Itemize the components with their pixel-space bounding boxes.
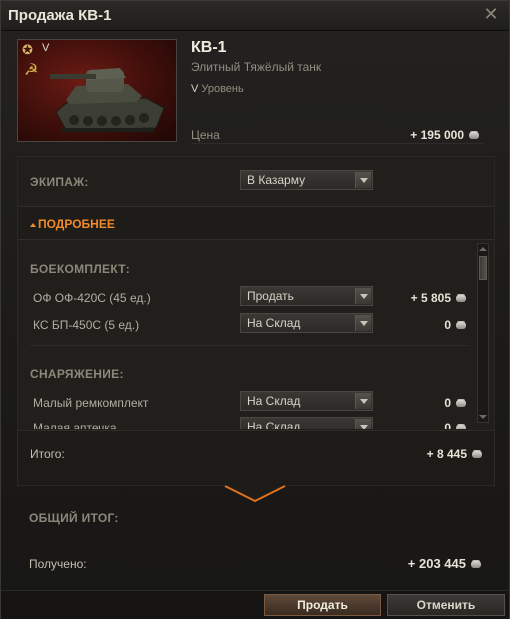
ammo-item-value: + 5 805 [411, 291, 466, 305]
tank-tier-label: Уровень [201, 83, 244, 95]
ammo-item-label: КС БП-450С (5 ед.) [33, 318, 140, 332]
silver-coin-icon [472, 451, 482, 459]
orange-notch-icon [223, 485, 287, 503]
subtotal-label: Итого: [30, 447, 65, 461]
ammo-heading: БОЕКОМПЛЕКТ: [30, 262, 131, 276]
received-label: Получено: [29, 557, 87, 571]
scrollbar[interactable] [477, 243, 489, 423]
hammer-sickle-icon: ☭ [24, 62, 39, 79]
equipment-item-label: Малая аптечка [33, 421, 117, 429]
details-toggle[interactable]: ПОДРОБНЕЕ [30, 217, 115, 231]
dropdown-arrow-icon [355, 288, 371, 304]
price-value: + 195 000 [410, 128, 479, 142]
sell-button[interactable]: Продать [264, 594, 381, 616]
equipment-item-amount: 0 [444, 396, 451, 410]
price-label: Цена [191, 128, 220, 142]
dropdown-arrow-icon [355, 172, 371, 188]
silver-coin-icon [456, 425, 466, 429]
dropdown-arrow-icon [355, 315, 371, 331]
tank-tier: V Уровень [191, 83, 244, 95]
ammo-item-amount: + 5 805 [410, 291, 451, 305]
tank-image: ✪ V ☭ [17, 39, 177, 142]
dropdown-arrow-icon [355, 419, 371, 429]
elite-icon: ✪ [22, 42, 33, 57]
dialog-title: Продажа КВ-1 [8, 7, 112, 24]
dropdown-value: Продать [247, 289, 294, 303]
ammo-action-dropdown[interactable]: На Склад [240, 313, 373, 333]
received-amount: + 203 445 [407, 556, 466, 571]
crew-dropdown[interactable]: В Казарму [240, 170, 373, 190]
silver-coin-icon [456, 322, 466, 330]
ammo-item-value: 0 [444, 318, 466, 332]
tank-type: Элитный Тяжёлый танк [191, 60, 322, 74]
dropdown-value: На Склад [247, 316, 301, 330]
crew-dropdown-value: В Казарму [247, 173, 306, 187]
sell-dialog: Продажа КВ-1 ✕ ✪ V ☭ КВ-1 Элитный Тяжёлы… [0, 0, 510, 619]
grand-total-heading: ОБЩИЙ ИТОГ: [29, 511, 119, 525]
silver-coin-icon [471, 561, 481, 569]
ammo-action-dropdown[interactable]: Продать [240, 286, 373, 306]
equipment-item-label: Малый ремкомплект [33, 396, 149, 410]
crew-heading: ЭКИПАЖ: [30, 175, 89, 189]
divider [30, 345, 470, 346]
collapse-arrow-icon [30, 222, 36, 227]
equipment-item-amount: 0 [444, 421, 451, 429]
equipment-action-dropdown[interactable]: На Склад [240, 391, 373, 411]
ammo-item-amount: 0 [444, 318, 451, 332]
sale-details-panel: ЭКИПАЖ: В Казарму ПОДРОБНЕЕ БОЕКОМПЛЕКТ:… [17, 156, 495, 486]
scroll-down-icon[interactable] [479, 413, 487, 421]
title-bar[interactable]: Продажа КВ-1 ✕ [1, 1, 509, 31]
dropdown-value: На Склад [247, 394, 301, 408]
subtotal-bar: Итого: + 8 445 [18, 430, 494, 485]
close-icon[interactable]: ✕ [481, 4, 501, 24]
subtotal-value: + 8 445 [427, 447, 482, 461]
equipment-item-value: 0 [444, 421, 466, 429]
tank-tier-roman: V [191, 83, 199, 95]
equipment-action-dropdown[interactable]: На Склад [240, 417, 373, 429]
tank-name: КВ-1 [191, 39, 227, 56]
silver-coin-icon [456, 295, 466, 303]
dropdown-arrow-icon [355, 393, 371, 409]
details-toggle-label: ПОДРОБНЕЕ [38, 217, 115, 231]
details-bar: ПОДРОБНЕЕ [18, 206, 494, 240]
divider [191, 143, 483, 144]
details-scroll-area[interactable]: БОЕКОМПЛЕКТ: ОФ ОФ-420С (45 ед.) Продать… [18, 241, 494, 429]
dialog-footer: Продать Отменить [1, 590, 509, 619]
scroll-up-icon[interactable] [479, 245, 487, 253]
received-value: + 203 445 [408, 556, 481, 571]
ammo-item-label: ОФ ОФ-420С (45 ед.) [33, 291, 151, 305]
silver-coin-icon [456, 400, 466, 408]
cancel-button[interactable]: Отменить [387, 594, 505, 616]
equipment-item-value: 0 [444, 396, 466, 410]
tank-icon [50, 68, 165, 132]
subtotal-amount: + 8 445 [426, 447, 467, 461]
price-amount: + 195 000 [410, 128, 464, 142]
silver-coin-icon [469, 132, 479, 140]
scroll-thumb[interactable] [479, 256, 487, 280]
dropdown-value: На Склад [247, 420, 301, 429]
equipment-heading: СНАРЯЖЕНИЕ: [30, 367, 124, 381]
